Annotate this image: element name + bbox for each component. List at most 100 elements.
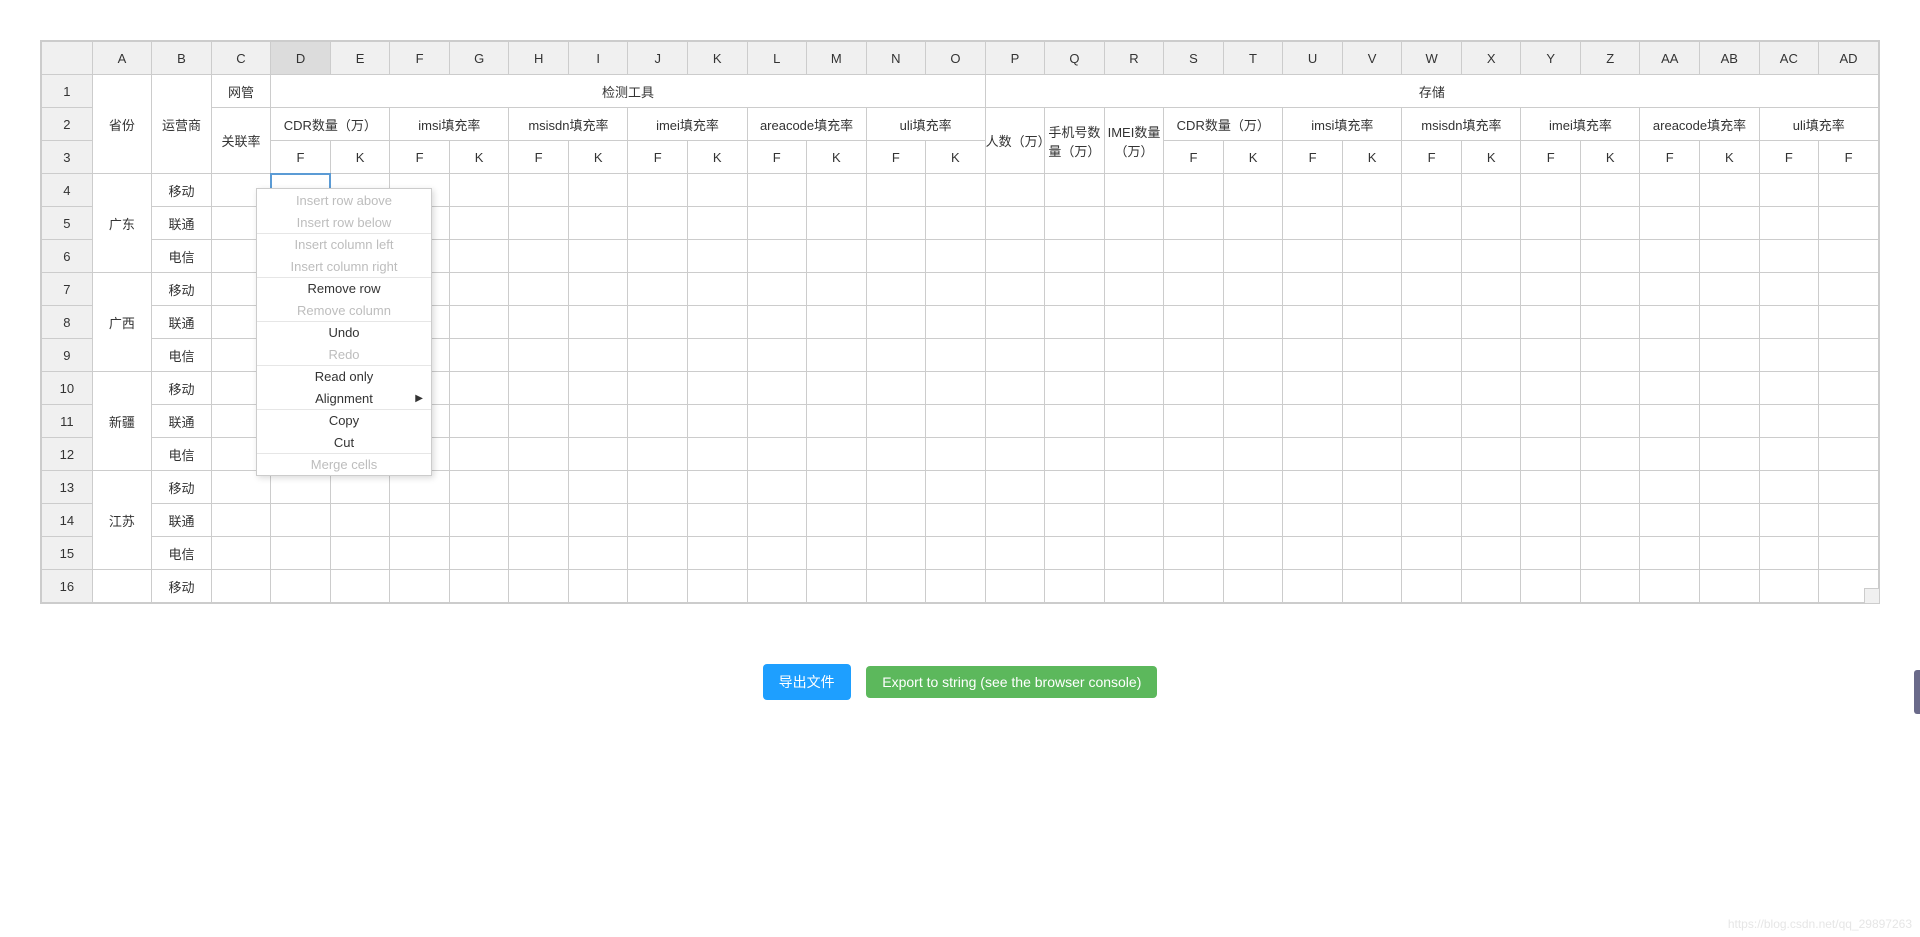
cell[interactable] [1402, 438, 1462, 471]
cell[interactable] [1223, 537, 1283, 570]
cell[interactable]: 网管 [211, 75, 271, 108]
cell[interactable] [1104, 207, 1164, 240]
cell[interactable] [1104, 372, 1164, 405]
cell[interactable] [509, 207, 569, 240]
cell[interactable] [449, 207, 509, 240]
cell[interactable]: msisdn填充率 [1402, 108, 1521, 141]
cell[interactable] [1461, 504, 1521, 537]
cell[interactable] [628, 339, 688, 372]
cell[interactable] [1700, 405, 1760, 438]
cell[interactable] [1461, 174, 1521, 207]
cell[interactable] [1283, 471, 1343, 504]
cell[interactable] [687, 240, 747, 273]
cell[interactable] [926, 207, 986, 240]
cell[interactable] [985, 570, 1045, 603]
cell[interactable] [568, 174, 628, 207]
cell[interactable] [211, 570, 271, 603]
cell[interactable] [568, 570, 628, 603]
cell[interactable] [568, 306, 628, 339]
cell[interactable] [807, 174, 867, 207]
cell[interactable] [1819, 174, 1879, 207]
cell[interactable]: 电信 [152, 339, 212, 372]
cell[interactable] [1223, 273, 1283, 306]
cell[interactable] [1819, 339, 1879, 372]
cell[interactable]: 存储 [985, 75, 1878, 108]
cell[interactable] [1700, 339, 1760, 372]
cell[interactable]: IMEI数量（万） [1104, 108, 1164, 174]
cell[interactable] [807, 537, 867, 570]
cell[interactable] [687, 174, 747, 207]
cell[interactable] [1759, 174, 1819, 207]
cell[interactable] [1580, 372, 1640, 405]
cell[interactable] [866, 372, 926, 405]
cell[interactable] [1521, 240, 1581, 273]
cell[interactable]: imei填充率 [628, 108, 747, 141]
cell[interactable] [747, 174, 807, 207]
cell[interactable] [687, 405, 747, 438]
row-header-14[interactable]: 14 [42, 504, 93, 537]
cell[interactable] [1342, 471, 1402, 504]
cell[interactable] [1580, 339, 1640, 372]
cell[interactable] [1819, 207, 1879, 240]
cell[interactable]: 检测工具 [271, 75, 985, 108]
ctx-undo[interactable]: Undo [257, 321, 431, 343]
cell[interactable] [628, 174, 688, 207]
col-header-R[interactable]: R [1104, 42, 1164, 75]
cell[interactable] [1283, 504, 1343, 537]
cell[interactable] [747, 537, 807, 570]
cell[interactable] [1759, 438, 1819, 471]
cell[interactable] [1819, 438, 1879, 471]
cell[interactable] [866, 570, 926, 603]
cell[interactable] [1342, 570, 1402, 603]
cell[interactable] [509, 405, 569, 438]
row-header-9[interactable]: 9 [42, 339, 93, 372]
cell[interactable] [449, 570, 509, 603]
cell[interactable] [1640, 174, 1700, 207]
cell[interactable] [747, 438, 807, 471]
cell[interactable] [1402, 306, 1462, 339]
cell[interactable] [1759, 273, 1819, 306]
cell[interactable] [1223, 207, 1283, 240]
row-header-1[interactable]: 1 [42, 75, 93, 108]
cell[interactable]: 省份 [92, 75, 152, 174]
cell[interactable] [1164, 240, 1224, 273]
cell[interactable]: K [330, 141, 390, 174]
cell[interactable] [926, 405, 986, 438]
cell[interactable] [1045, 372, 1105, 405]
cell[interactable] [330, 504, 390, 537]
cell[interactable]: 新疆 [92, 372, 152, 471]
row-header-7[interactable]: 7 [42, 273, 93, 306]
cell[interactable] [1580, 273, 1640, 306]
cell[interactable] [271, 537, 331, 570]
cell[interactable] [807, 405, 867, 438]
cell[interactable]: K [1700, 141, 1760, 174]
cell[interactable] [628, 471, 688, 504]
cell[interactable] [1402, 273, 1462, 306]
cell[interactable]: imsi填充率 [390, 108, 509, 141]
row-header-13[interactable]: 13 [42, 471, 93, 504]
cell[interactable] [985, 306, 1045, 339]
cell[interactable] [1402, 339, 1462, 372]
cell[interactable] [92, 570, 152, 603]
cell[interactable]: K [926, 141, 986, 174]
cell[interactable] [1461, 240, 1521, 273]
cell[interactable] [1164, 471, 1224, 504]
cell[interactable] [747, 504, 807, 537]
cell[interactable] [1342, 174, 1402, 207]
cell[interactable] [1521, 372, 1581, 405]
cell[interactable] [1402, 405, 1462, 438]
cell[interactable] [985, 273, 1045, 306]
col-header-M[interactable]: M [807, 42, 867, 75]
cell[interactable] [985, 240, 1045, 273]
cell[interactable] [509, 339, 569, 372]
cell[interactable] [1521, 339, 1581, 372]
cell[interactable] [628, 504, 688, 537]
cell[interactable] [1580, 174, 1640, 207]
cell[interactable] [628, 438, 688, 471]
cell[interactable] [687, 471, 747, 504]
cell[interactable] [1104, 240, 1164, 273]
cell[interactable] [747, 306, 807, 339]
cell[interactable]: F [1164, 141, 1224, 174]
col-header-AD[interactable]: AD [1819, 42, 1879, 75]
cell[interactable] [449, 273, 509, 306]
